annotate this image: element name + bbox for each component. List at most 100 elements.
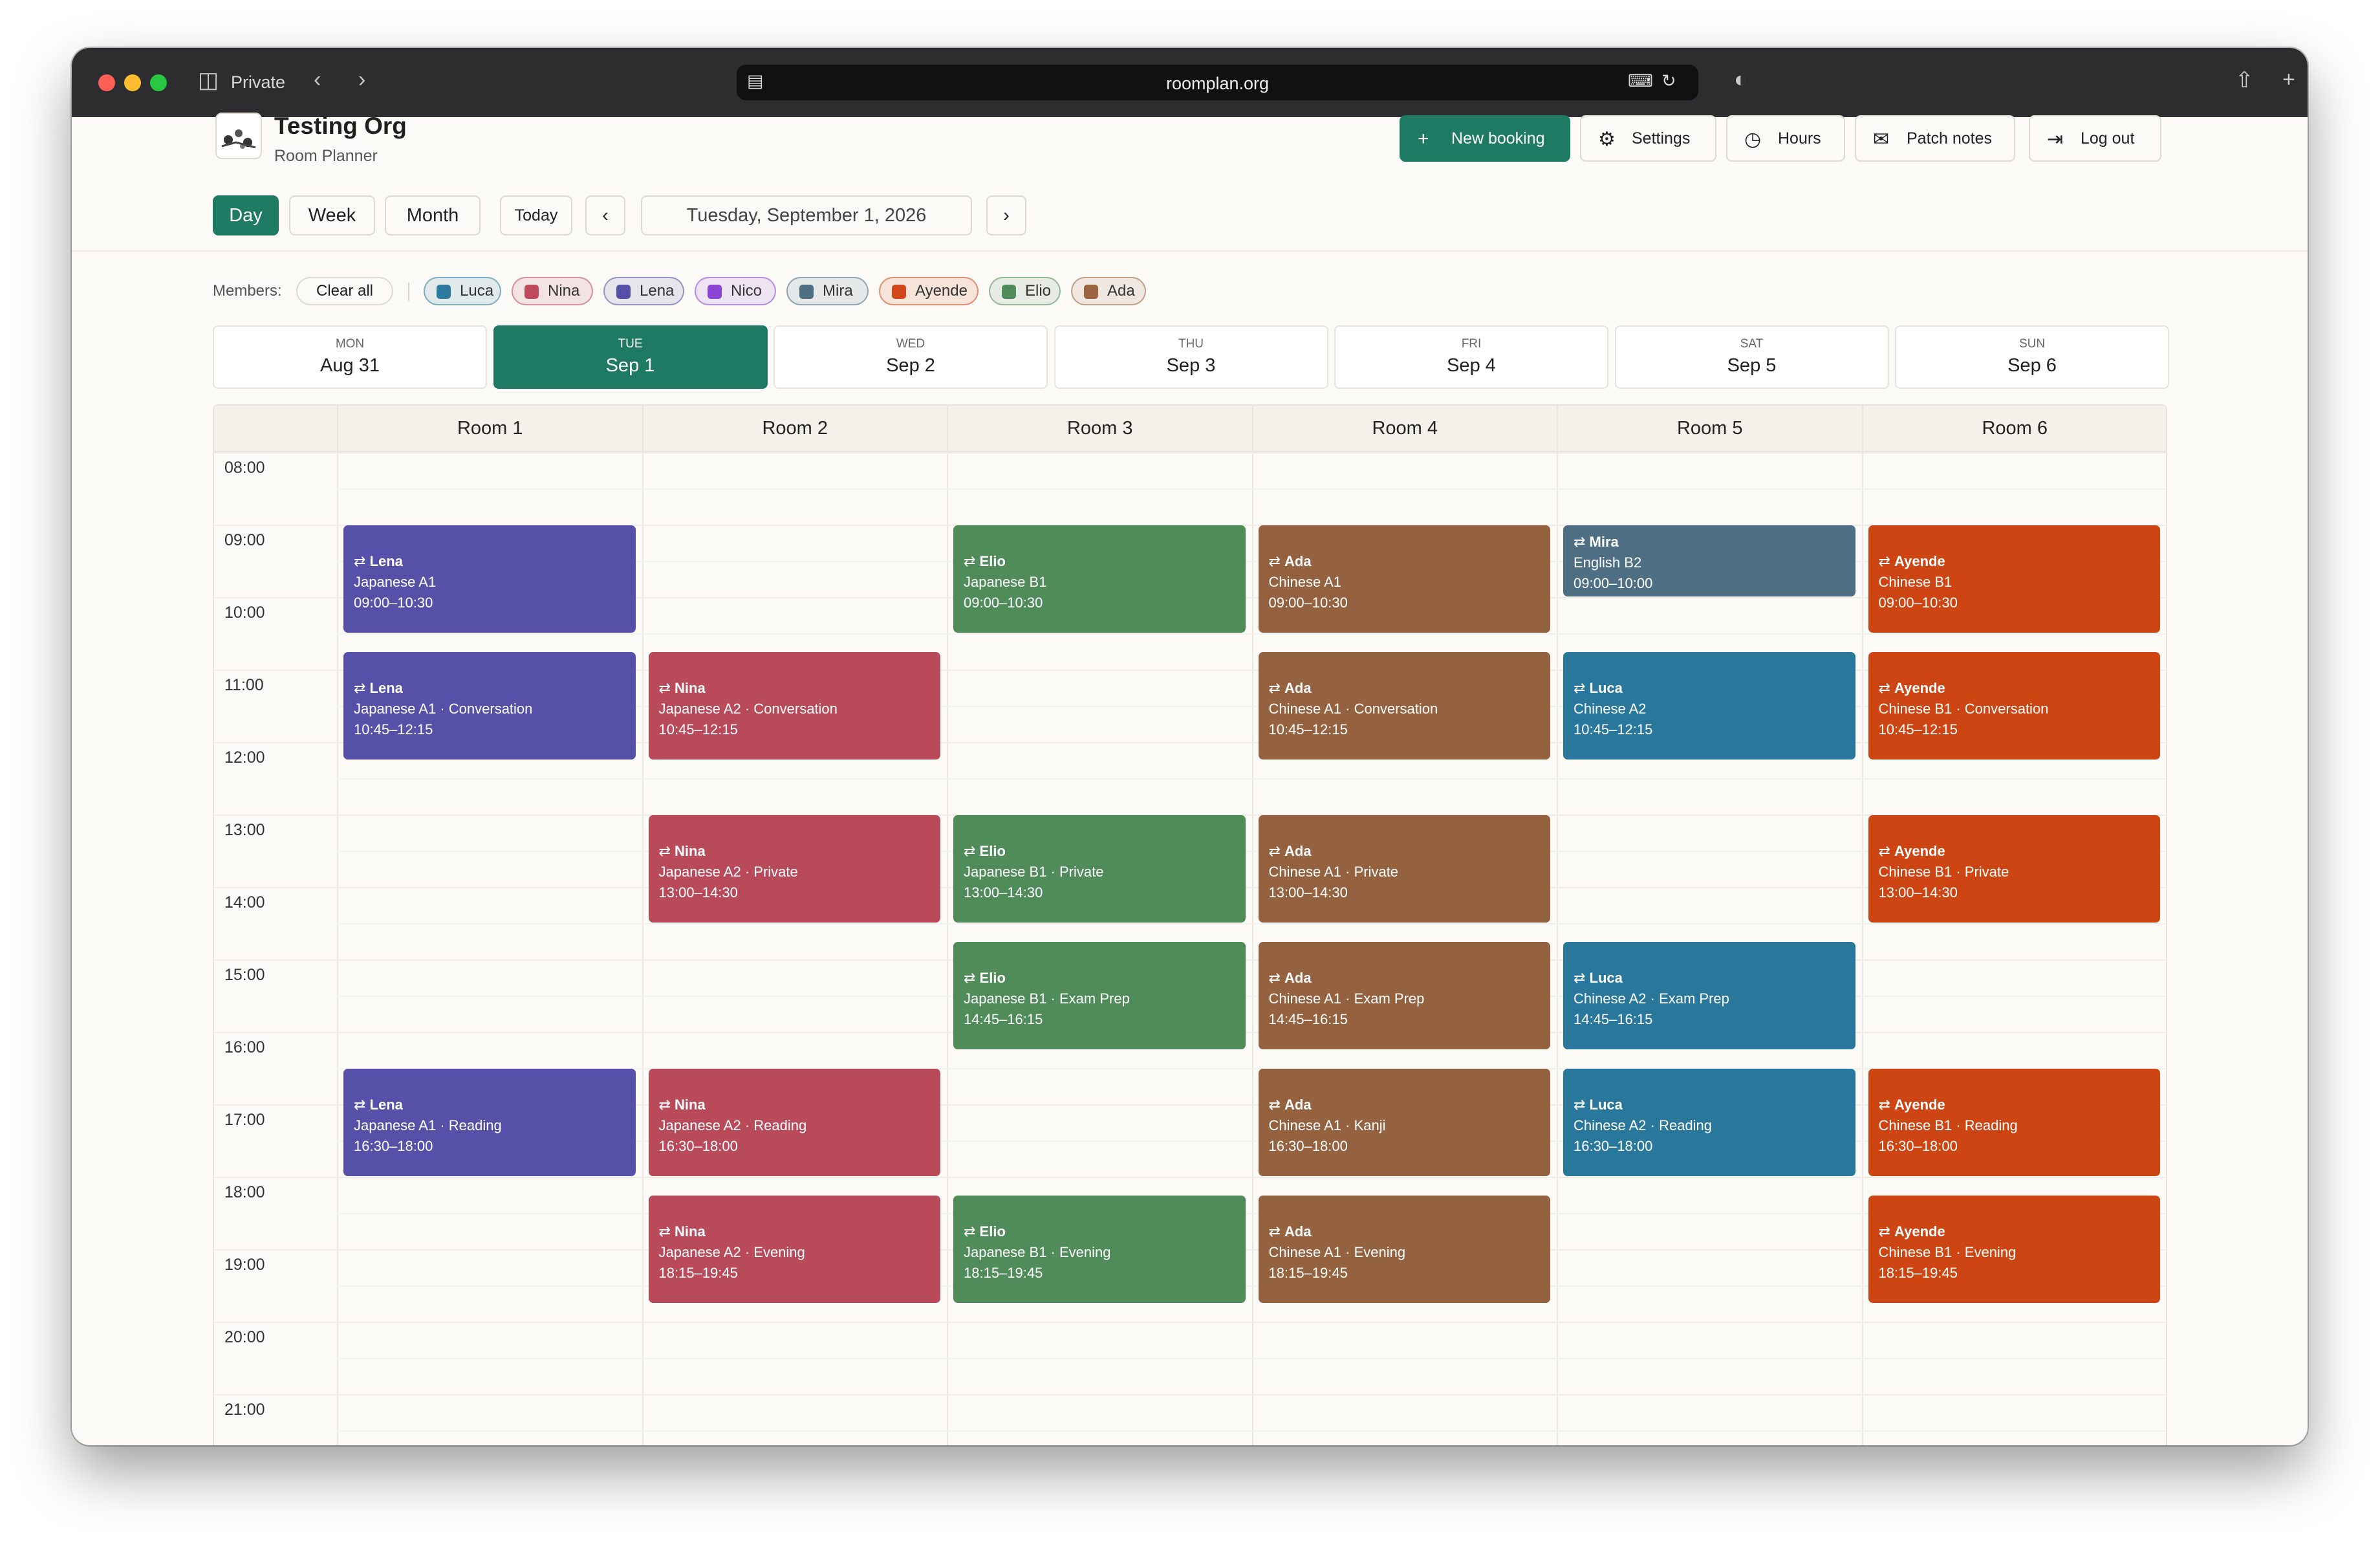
booking-card[interactable]: Nina Japanese A2 · Evening 18:15–19:45 xyxy=(648,1196,941,1303)
booking-course: Japanese A1 · Conversation xyxy=(354,701,533,717)
minimize-window-button[interactable] xyxy=(124,74,141,91)
member-chip-label: Mira xyxy=(823,282,853,300)
gear-icon: ⚙ xyxy=(1598,129,1616,150)
week-view-button[interactable]: Week xyxy=(289,195,375,235)
member-chip-ayende[interactable]: Ayende xyxy=(879,277,979,305)
hour-line xyxy=(214,1322,2166,1323)
hour-line xyxy=(214,452,2166,454)
booking-time: 14:45–16:15 xyxy=(964,1011,1043,1027)
booking-card[interactable]: Nina Japanese A2 · Conversation 10:45–12:1… xyxy=(648,652,941,760)
booking-member: Mira xyxy=(1574,532,1855,552)
reload-icon[interactable]: ↻ xyxy=(1661,71,1676,91)
next-date-button[interactable]: › xyxy=(986,195,1026,235)
member-chip-lena[interactable]: Lena xyxy=(603,277,684,305)
booking-card[interactable]: Ayende Chinese B1 · Private 13:00–14:30 xyxy=(1868,815,2160,923)
translate-icon[interactable]: ⌨ xyxy=(1628,71,1653,91)
booking-member: Nina xyxy=(659,1221,941,1242)
booking-card[interactable]: LucaChinese A2 · Exam Prep 14:45–16:15 xyxy=(1563,942,1855,1049)
booking-card[interactable]: Elio Japanese B1 · Private 13:00–14:30 xyxy=(953,815,1246,923)
booking-card[interactable]: Ayende Chinese B1 · Reading 16:30–18:00 xyxy=(1868,1069,2160,1176)
member-chip-nina[interactable]: Nina xyxy=(512,277,593,305)
booking-card[interactable]: Lena Japanese A1 · Conversation 10:45–12:1… xyxy=(343,652,636,760)
sidebar-toggle-icon[interactable]: ◫ xyxy=(198,67,219,93)
room-header: Room 6 xyxy=(1861,406,2166,452)
booking-card[interactable]: Mira English B2 09:00–10:00 xyxy=(1563,525,1855,596)
day-tab-tue[interactable]: TUE Sep 1 xyxy=(493,325,768,389)
booking-course: Chinese A2 · Reading xyxy=(1574,1117,1713,1133)
back-icon[interactable]: ‹ xyxy=(314,67,321,93)
day-tab-sat[interactable]: SAT Sep 5 xyxy=(1614,325,1889,389)
booking-course: Japanese A2 · Private xyxy=(658,864,798,880)
day-tab-sun[interactable]: SUN Sep 6 xyxy=(1895,325,2169,389)
chevron-right-icon: › xyxy=(1003,204,1010,226)
day-of-week: WED xyxy=(896,337,925,351)
day-tab-fri[interactable]: FRI Sep 4 xyxy=(1334,325,1608,389)
booking-card[interactable]: Ada Chinese A1 · Conversation 10:45–12:15 xyxy=(1258,652,1550,760)
member-chip-luca[interactable]: Luca xyxy=(424,277,501,305)
booking-card[interactable]: Lena Japanese A1 09:00–10:30 xyxy=(343,525,636,633)
booking-card[interactable]: Luca Chinese A2 · Reading 16:30–18:00 xyxy=(1563,1069,1855,1176)
forward-icon[interactable]: › xyxy=(358,67,365,93)
time-label: 17:00 xyxy=(224,1111,265,1129)
booking-card[interactable]: Elio Japanese B1 · Evening 18:15–19:45 xyxy=(953,1196,1246,1303)
prev-date-button[interactable]: ‹ xyxy=(585,195,625,235)
half-hour-line xyxy=(337,1430,2166,1432)
log-out-button[interactable]: ⇥ Log out xyxy=(2029,115,2161,162)
booking-card[interactable]: Ayende Chinese B1 · Evening 18:15–19:45 xyxy=(1868,1196,2160,1303)
day-view-button[interactable]: Day xyxy=(213,195,279,235)
member-color-swatch xyxy=(892,285,906,299)
member-color-swatch xyxy=(799,285,814,299)
day-tab-wed[interactable]: WED Sep 2 xyxy=(774,325,1048,389)
booking-card[interactable]: Ada Chinese A1 · Private 13:00–14:30 xyxy=(1258,815,1550,923)
booking-time: 13:00–14:30 xyxy=(658,884,738,901)
member-chip-elio[interactable]: Elio xyxy=(989,277,1061,305)
day-tab-mon[interactable]: MON Aug 31 xyxy=(213,325,487,389)
booking-card[interactable]: Ayende Chinese B1 09:00–10:30 xyxy=(1868,525,2160,633)
hours-button[interactable]: ◷ Hours xyxy=(1726,115,1845,162)
time-label: 19:00 xyxy=(224,1256,265,1274)
shield-icon[interactable]: ◐ xyxy=(1734,67,1747,93)
member-chip-mira[interactable]: Mira xyxy=(786,277,869,305)
booking-course: Chinese A1 · Evening xyxy=(1268,1244,1406,1260)
day-tab-thu[interactable]: THU Sep 3 xyxy=(1054,325,1328,389)
today-button[interactable]: Today xyxy=(500,195,572,235)
month-view-button[interactable]: Month xyxy=(385,195,481,235)
address-bar[interactable]: ▤ roomplan.org ⌨ ↻ xyxy=(737,65,1698,100)
booking-time: 09:00–10:30 xyxy=(354,595,433,611)
zoom-window-button[interactable] xyxy=(150,74,167,91)
booking-time: 16:30–18:00 xyxy=(658,1138,738,1154)
new-booking-button[interactable]: + New booking xyxy=(1400,115,1570,162)
booking-course: Chinese B1 · Conversation xyxy=(1878,701,2049,717)
member-chip-ada[interactable]: Ada xyxy=(1071,277,1146,305)
booking-card[interactable]: Ayende Chinese B1 · Conversation 10:45–12:… xyxy=(1868,652,2160,760)
member-chip-nico[interactable]: Nico xyxy=(695,277,776,305)
share-icon[interactable]: ⇧ xyxy=(2235,67,2254,93)
booking-time: 10:45–12:15 xyxy=(1878,721,1958,738)
booking-member: Nina xyxy=(659,678,941,699)
day-date: Sep 4 xyxy=(1447,355,1496,376)
booking-card[interactable]: AdaChinese A1 · Exam Prep 14:45–16:15 xyxy=(1258,942,1550,1049)
patch-notes-button[interactable]: ✉ Patch notes xyxy=(1855,115,2015,162)
booking-card[interactable]: Luca Chinese A2 10:45–12:15 xyxy=(1563,652,1855,760)
booking-card[interactable]: ElioJapanese B1 · Exam Prep 14:45–16:15 xyxy=(953,942,1246,1049)
booking-course: Japanese A2 · Reading xyxy=(658,1117,807,1133)
booking-time: 16:30–18:00 xyxy=(1268,1138,1348,1154)
booking-course: Japanese B1 xyxy=(964,574,1047,590)
booking-card[interactable]: Lena Japanese A1 · Reading 16:30–18:00 xyxy=(343,1069,636,1176)
booking-time: 18:15–19:45 xyxy=(1268,1265,1348,1281)
close-window-button[interactable] xyxy=(98,74,115,91)
booking-time: 13:00–14:30 xyxy=(964,884,1043,901)
booking-card[interactable]: Nina Japanese A2 · Reading 16:30–18:00 xyxy=(648,1069,940,1176)
time-label: 15:00 xyxy=(224,966,265,984)
new-tab-icon[interactable]: + xyxy=(2282,67,2295,93)
settings-button[interactable]: ⚙ Settings xyxy=(1580,115,1716,162)
booking-card[interactable]: Elio Japanese B1 09:00–10:30 xyxy=(953,525,1246,633)
member-chip-label: Ayende xyxy=(915,282,968,300)
clear-all-button[interactable]: Clear all xyxy=(296,277,393,305)
booking-card[interactable]: Ada Chinese A1 · Kanji 16:30–18:00 xyxy=(1258,1069,1550,1176)
booking-card[interactable]: Ada Chinese A1 · Evening 18:15–19:45 xyxy=(1258,1196,1550,1303)
booking-course: Chinese A1 · Conversation xyxy=(1268,701,1438,717)
booking-card[interactable]: Ada Chinese A1 09:00–10:30 xyxy=(1258,525,1550,633)
booking-time: 10:45–12:15 xyxy=(658,721,738,738)
booking-card[interactable]: Nina Japanese A2 · Private 13:00–14:30 xyxy=(648,815,940,923)
